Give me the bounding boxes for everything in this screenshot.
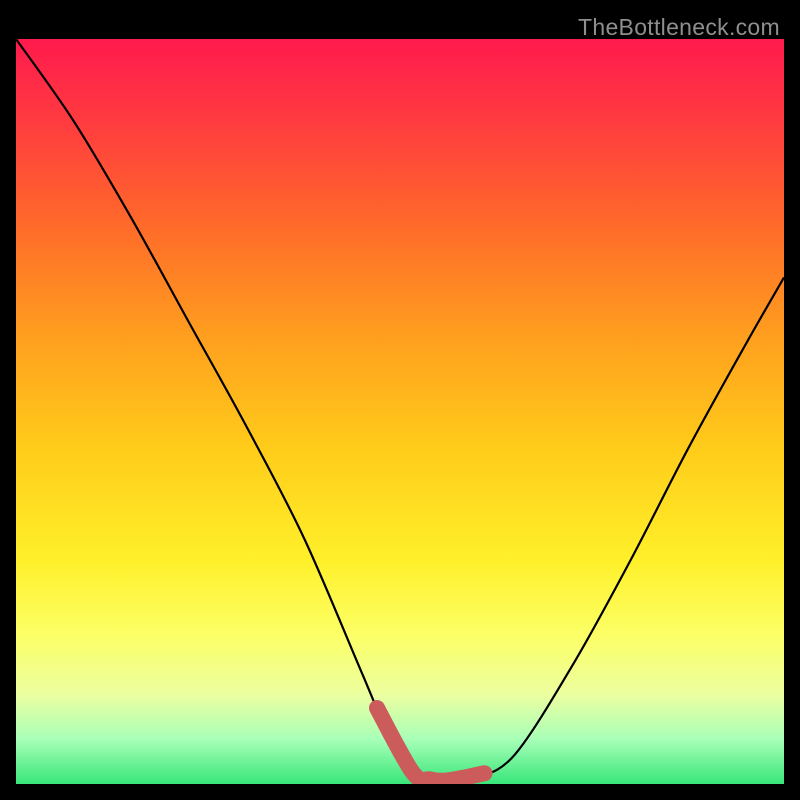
bottleneck-curve bbox=[16, 39, 784, 781]
bottleneck-accent bbox=[377, 708, 485, 781]
plot-area bbox=[16, 39, 784, 784]
watermark-text: TheBottleneck.com bbox=[578, 14, 780, 41]
curve-svg bbox=[16, 39, 784, 784]
